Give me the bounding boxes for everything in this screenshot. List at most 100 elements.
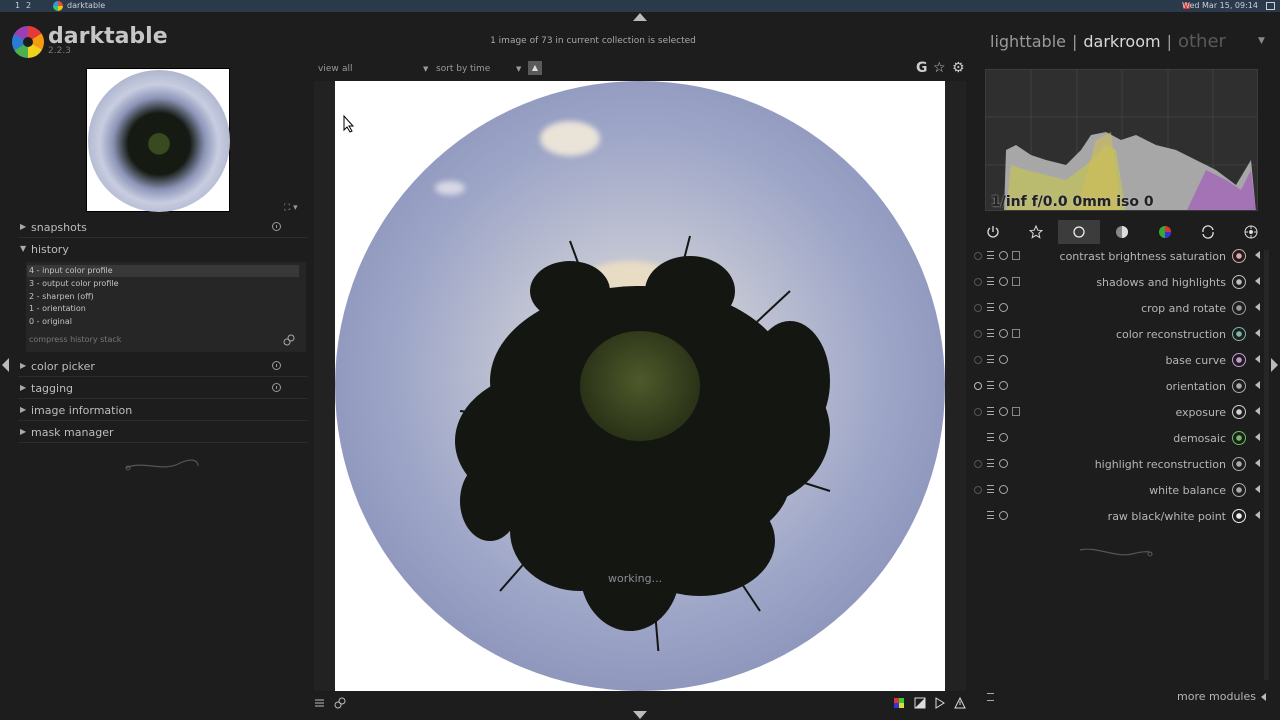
power-toggle[interactable] <box>974 486 982 494</box>
module-demosaic[interactable]: demosaic <box>972 427 1262 451</box>
power-toggle[interactable] <box>974 278 982 286</box>
reset-icon[interactable] <box>272 361 281 370</box>
views-dropdown-icon[interactable]: ▼ <box>1258 36 1265 46</box>
reset-icon[interactable] <box>999 459 1008 468</box>
expand-arrow-icon[interactable] <box>1255 485 1260 493</box>
presets-icon[interactable] <box>987 485 994 493</box>
reset-icon[interactable] <box>999 511 1008 520</box>
presets-icon[interactable] <box>987 407 994 415</box>
module-crop-and-rotate[interactable]: crop and rotate <box>972 297 1262 321</box>
module-color-reconstruction[interactable]: color reconstruction <box>972 323 1262 347</box>
power-toggle[interactable] <box>974 252 982 260</box>
dropdown-arrow-icon[interactable]: ▼ <box>423 65 428 73</box>
module-exposure[interactable]: exposure <box>972 401 1262 425</box>
expand-arrow-icon[interactable] <box>1255 251 1260 259</box>
presets-icon[interactable] <box>987 381 994 389</box>
sort-by-dropdown[interactable]: time <box>470 64 490 74</box>
zoom-expand-icon[interactable]: ⛶ ▾ <box>284 203 298 213</box>
module-shadows-and-highlights[interactable]: shadows and highlights <box>972 271 1262 295</box>
reset-icon[interactable] <box>999 251 1008 260</box>
reset-icon[interactable] <box>999 277 1008 286</box>
presets-menu-icon[interactable] <box>314 697 326 709</box>
multi-instance-icon[interactable] <box>1012 277 1020 286</box>
reset-icon[interactable] <box>272 222 281 231</box>
histogram[interactable]: 1/inf f/0.0 0mm iso 0 <box>985 69 1258 211</box>
history-entry[interactable]: 2 - sharpen (off) <box>27 291 299 303</box>
expand-arrow-icon[interactable] <box>1255 277 1260 285</box>
collapse-left-panel-arrow[interactable] <box>2 358 9 372</box>
gear-icon[interactable]: ⚙ <box>952 60 965 76</box>
overexposed-indicator-icon[interactable] <box>914 697 926 709</box>
collapse-top-panel-arrow[interactable] <box>633 13 647 21</box>
tab-favorite-modules[interactable] <box>1015 220 1057 244</box>
reset-icon[interactable] <box>999 381 1008 390</box>
expand-arrow-icon[interactable] <box>1255 329 1260 337</box>
module-history[interactable]: ▼ history <box>18 240 308 260</box>
reset-icon[interactable] <box>999 485 1008 494</box>
presets-icon[interactable] <box>987 433 994 441</box>
navigation-thumbnail[interactable] <box>86 68 230 212</box>
view-lighttable[interactable]: lighttable <box>990 32 1066 51</box>
expand-arrow-icon[interactable] <box>1255 355 1260 363</box>
multi-instance-icon[interactable] <box>1012 329 1020 338</box>
reset-icon[interactable] <box>999 303 1008 312</box>
reset-icon[interactable] <box>999 355 1008 364</box>
presets-icon[interactable] <box>987 355 994 363</box>
view-other[interactable]: other <box>1178 31 1226 52</box>
tab-tone-modules[interactable] <box>1101 220 1143 244</box>
module-contrast-brightness-saturation[interactable]: contrast brightness saturation <box>972 245 1262 269</box>
presets-icon[interactable] <box>987 459 994 467</box>
gamut-check-icon[interactable] <box>954 697 966 709</box>
right-panel-scrollbar[interactable] <box>1264 250 1269 680</box>
expand-arrow-icon[interactable] <box>1255 303 1260 311</box>
module-mask-manager[interactable]: ▶ mask manager <box>18 423 308 443</box>
expand-arrow-icon[interactable] <box>1261 693 1266 701</box>
expand-arrow-icon[interactable] <box>1255 407 1260 415</box>
module-tagging[interactable]: ▶ tagging <box>18 379 308 399</box>
tab-correction-modules[interactable] <box>1187 220 1229 244</box>
expand-arrow-icon[interactable] <box>1255 433 1260 441</box>
softproof-icon[interactable] <box>934 697 946 709</box>
taskbar-app-title[interactable]: darktable <box>67 1 105 10</box>
module-color-picker[interactable]: ▶ color picker <box>18 357 308 377</box>
presets-icon[interactable] <box>987 251 994 259</box>
workspace-1[interactable]: 1 <box>15 1 20 10</box>
history-entry[interactable]: 3 - output color profile <box>27 278 299 290</box>
power-toggle[interactable] <box>974 356 982 364</box>
module-white-balance[interactable]: white balance <box>972 479 1262 503</box>
presets-icon[interactable] <box>987 511 994 519</box>
grid-icon[interactable] <box>1266 2 1275 10</box>
history-entry[interactable]: 1 - orientation <box>27 303 299 315</box>
edited-image[interactable] <box>335 81 945 691</box>
reset-icon[interactable] <box>272 383 281 392</box>
power-toggle[interactable] <box>974 460 982 468</box>
view-darkroom[interactable]: darkroom <box>1083 32 1160 51</box>
module-base-curve[interactable]: base curve <box>972 349 1262 373</box>
tab-basic-modules[interactable] <box>1058 220 1100 244</box>
presets-icon[interactable] <box>987 277 994 285</box>
collapse-right-panel-arrow[interactable] <box>1271 358 1278 372</box>
reset-icon[interactable] <box>999 407 1008 416</box>
reset-icon[interactable] <box>999 329 1008 338</box>
module-snapshots[interactable]: ▶ snapshots <box>18 218 308 238</box>
tab-effect-modules[interactable] <box>1230 220 1272 244</box>
power-toggle[interactable] <box>974 408 982 416</box>
history-entry[interactable]: 0 - original <box>27 316 299 328</box>
more-modules-button[interactable]: more modules <box>972 688 1266 706</box>
sort-direction-button[interactable]: ▲ <box>528 61 542 75</box>
dropdown-arrow-icon[interactable]: ▼ <box>516 65 521 73</box>
tab-active-modules[interactable] <box>972 220 1014 244</box>
module-image-information[interactable]: ▶ image information <box>18 401 308 421</box>
expand-arrow-icon[interactable] <box>1255 381 1260 389</box>
power-toggle[interactable] <box>974 304 982 312</box>
color-assessment-icon[interactable] <box>893 697 905 709</box>
styles-icon[interactable] <box>334 697 346 709</box>
multi-instance-icon[interactable] <box>1012 251 1020 260</box>
view-filter-dropdown[interactable]: all <box>342 64 353 74</box>
power-toggle[interactable] <box>974 330 982 338</box>
compress-history-button[interactable]: compress history stack <box>29 335 121 344</box>
module-raw-black-white-point[interactable]: raw black/white point <box>972 505 1262 529</box>
module-orientation[interactable]: orientation <box>972 375 1262 399</box>
styles-icon[interactable] <box>283 334 295 346</box>
presets-icon[interactable] <box>987 329 994 337</box>
